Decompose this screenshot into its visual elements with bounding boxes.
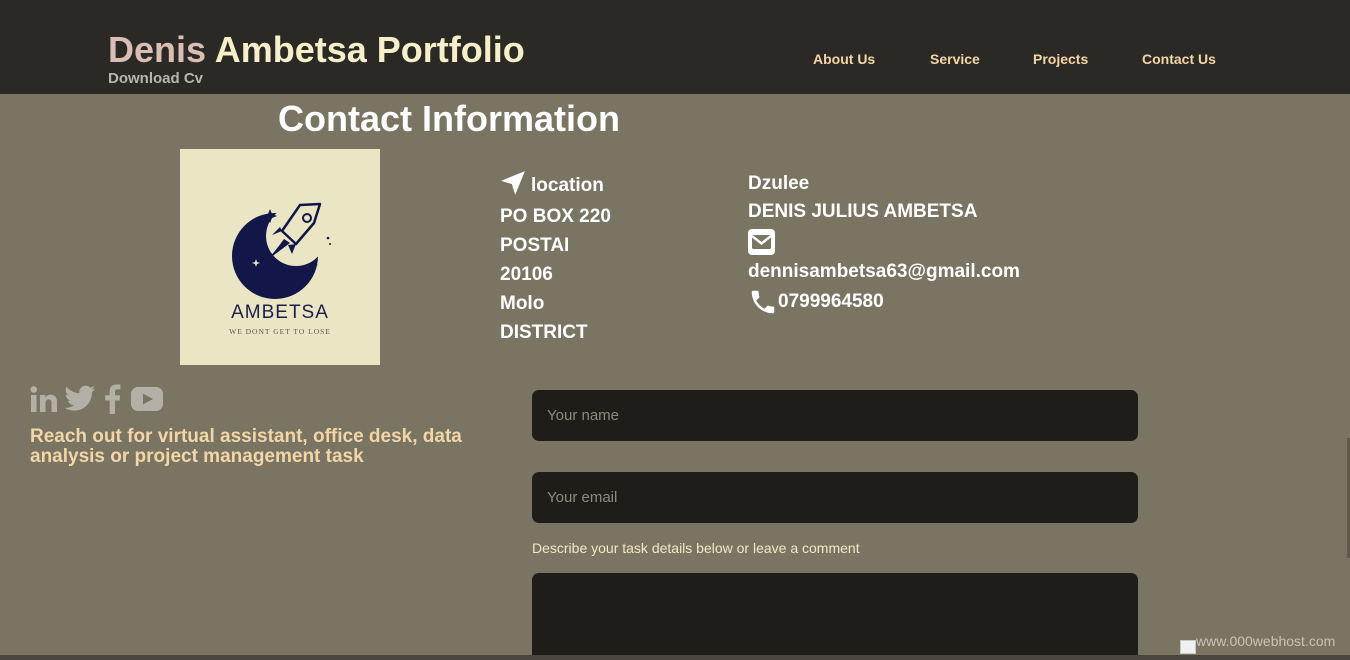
address-line: POSTAI [500, 235, 570, 256]
linkedin-icon[interactable] [30, 385, 58, 413]
comment-textarea[interactable] [532, 573, 1138, 660]
address-line: 20106 [500, 264, 553, 285]
host-badge-text: www.000webhost.com [1196, 633, 1336, 649]
address-line: Molo [500, 293, 545, 314]
ambetsa-logo: AMBETSA WE DONT GET TO LOSE [180, 149, 380, 365]
logo-name: AMBETSA [231, 302, 329, 323]
nav-service[interactable]: Service [930, 51, 980, 67]
nav-projects[interactable]: Projects [1033, 51, 1088, 67]
nav-contact-us[interactable]: Contact Us [1142, 51, 1216, 67]
page-title: Contact Information [278, 98, 620, 139]
phone-number[interactable]: 0799964580 [778, 291, 884, 313]
address-block: location PO BOX 220 POSTAI 20106 Molo DI… [500, 170, 611, 347]
address-line: PO BOX 220 [500, 206, 611, 227]
top-navbar: Denis Ambetsa Portfolio Download Cv Abou… [0, 0, 1350, 94]
email-address[interactable]: dennisambetsa63@gmail.com [748, 258, 1020, 286]
brand-rest: Ambetsa Portfolio [214, 29, 525, 70]
page-bottom-edge [0, 655, 1350, 660]
twitter-icon[interactable] [64, 385, 96, 413]
site-brand[interactable]: Denis Ambetsa Portfolio [108, 30, 525, 70]
location-arrow-icon [501, 171, 525, 195]
contact-block: Dzulee DENIS JULIUS AMBETSA dennisambets… [748, 170, 1020, 318]
nickname: Dzulee [748, 173, 810, 194]
brand-first-name: Denis [108, 29, 207, 70]
location-label: location [531, 175, 604, 196]
phone-icon [751, 290, 775, 314]
address-line: DISTRICT [500, 322, 588, 343]
facebook-icon[interactable] [102, 384, 122, 414]
reach-out-text: Reach out for virtual assistant, office … [30, 426, 462, 467]
envelope-icon [748, 229, 775, 255]
full-name: DENIS JULIUS AMBETSA [748, 201, 978, 222]
name-input[interactable] [532, 390, 1138, 441]
logo-tagline: WE DONT GET TO LOSE [229, 327, 331, 336]
youtube-icon[interactable] [128, 385, 166, 413]
social-links [30, 384, 166, 414]
download-cv-link[interactable]: Download Cv [108, 70, 203, 87]
broken-image-icon [1180, 640, 1196, 654]
nav-about-us[interactable]: About Us [813, 51, 875, 67]
rocket-moon-graphic [232, 202, 331, 299]
host-badge[interactable]: www.000webhost.com [1180, 632, 1340, 654]
email-input[interactable] [532, 472, 1138, 523]
describe-label: Describe your task details below or leav… [532, 540, 860, 556]
